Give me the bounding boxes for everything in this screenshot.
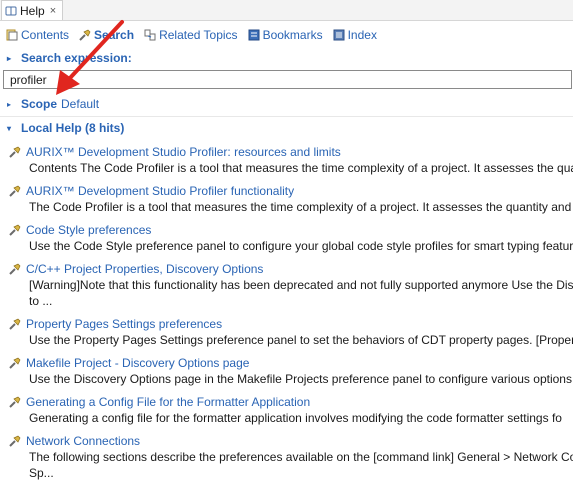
result-item: Property Pages Settings preferences Use t… <box>9 316 573 348</box>
bookmarks-label: Bookmarks <box>262 28 323 42</box>
help-tab-label: Help <box>20 3 45 18</box>
index-icon <box>333 29 345 41</box>
search-input-value: profiler <box>10 72 47 87</box>
related-topics-link[interactable]: Related Topics <box>144 28 238 42</box>
topic-flashlight-icon <box>9 224 21 236</box>
result-title: Code Style preferences <box>26 223 152 237</box>
result-title: AURIX™ Development Studio Profiler funct… <box>26 184 295 198</box>
result-title: Generating a Config File for the Formatt… <box>26 395 311 409</box>
result-description: The following sections describe the pref… <box>29 450 573 464</box>
local-help-header[interactable]: ▾ Local Help (8 hits) <box>0 119 573 137</box>
help-tab[interactable]: Help × <box>1 0 64 20</box>
result-title: Makefile Project - Discovery Options pag… <box>26 356 250 370</box>
result-description-continued: to ... <box>29 294 53 308</box>
search-label: Search <box>94 28 135 42</box>
contents-link[interactable]: Contents <box>6 28 69 42</box>
result-title: AURIX™ Development Studio Profiler: reso… <box>26 145 341 159</box>
close-tab-icon[interactable]: × <box>50 5 56 17</box>
index-label: Index <box>347 28 377 42</box>
topic-flashlight-icon <box>9 396 21 408</box>
result-item: Makefile Project - Discovery Options pag… <box>9 355 573 387</box>
help-book-icon <box>5 5 17 17</box>
result-item: AURIX™ Development Studio Profiler funct… <box>9 183 573 215</box>
result-description-continued: Sp... <box>29 466 54 480</box>
expand-triangle-icon: ▸ <box>7 99 12 109</box>
result-link[interactable]: Property Pages Settings preferences <box>9 316 573 332</box>
result-description: [Warning]Note that this functionality ha… <box>29 278 573 292</box>
divider <box>0 116 573 117</box>
result-link[interactable]: C/C++ Project Properties, Discovery Opti… <box>9 261 573 277</box>
topic-flashlight-icon <box>9 318 21 330</box>
topic-flashlight-icon <box>9 263 21 275</box>
result-description: Use the Property Pages Settings preferen… <box>29 333 573 347</box>
result-item: AURIX™ Development Studio Profiler: reso… <box>9 144 573 176</box>
result-item: C/C++ Project Properties, Discovery Opti… <box>9 261 573 309</box>
result-link[interactable]: Makefile Project - Discovery Options pag… <box>9 355 573 371</box>
search-expression-label: Search expression: <box>21 51 132 65</box>
contents-icon <box>6 29 18 41</box>
result-title: C/C++ Project Properties, Discovery Opti… <box>26 262 264 276</box>
result-item: Code Style preferences Use the Code Style… <box>9 222 573 254</box>
result-link[interactable]: AURIX™ Development Studio Profiler: reso… <box>9 144 573 160</box>
related-topics-label: Related Topics <box>159 28 238 42</box>
topic-flashlight-icon <box>9 146 21 158</box>
result-title: Network Connections <box>26 434 141 448</box>
bookmarks-icon <box>248 29 260 41</box>
result-link[interactable]: AURIX™ Development Studio Profiler funct… <box>9 183 573 199</box>
help-toolbar: Contents Search Related Topics Bookmarks… <box>0 21 573 49</box>
topic-flashlight-icon <box>9 435 21 447</box>
result-description: Contents The Code Profiler is a tool tha… <box>29 161 573 175</box>
scope-label[interactable]: Scope <box>21 97 57 111</box>
expanded-triangle-icon: ▾ <box>7 123 12 133</box>
index-link[interactable]: Index <box>333 28 377 42</box>
result-description: Use the Discovery Options page in the Ma… <box>29 372 573 386</box>
bookmarks-link[interactable]: Bookmarks <box>248 28 323 42</box>
scope-value-link[interactable]: Default <box>61 97 99 111</box>
search-input[interactable]: profiler <box>3 70 572 89</box>
result-description: Generating a config file for the formatt… <box>29 411 562 425</box>
result-description: Use the Code Style preference panel to c… <box>29 239 573 253</box>
topic-flashlight-icon <box>9 357 21 369</box>
result-link[interactable]: Network Connections <box>9 433 573 449</box>
scope-row: ▸ Scope Default <box>0 95 573 113</box>
search-expression-header[interactable]: ▸ Search expression: <box>0 49 573 67</box>
result-item: Generating a Config File for the Formatt… <box>9 394 573 426</box>
results-list: AURIX™ Development Studio Profiler: reso… <box>0 144 573 481</box>
result-title: Property Pages Settings preferences <box>26 317 223 331</box>
related-topics-icon <box>144 29 156 41</box>
result-description: The Code Profiler is a tool that measure… <box>29 200 573 214</box>
local-help-label: Local Help (8 hits) <box>21 121 125 135</box>
contents-label: Contents <box>21 28 70 42</box>
result-item: Network Connections The following section… <box>9 433 573 481</box>
collapse-triangle-icon: ▸ <box>7 53 12 63</box>
result-link[interactable]: Generating a Config File for the Formatt… <box>9 394 573 410</box>
search-flashlight-icon <box>79 29 91 41</box>
search-link[interactable]: Search <box>79 28 134 42</box>
view-tab-bar: Help × <box>0 0 573 21</box>
result-link[interactable]: Code Style preferences <box>9 222 573 238</box>
topic-flashlight-icon <box>9 185 21 197</box>
